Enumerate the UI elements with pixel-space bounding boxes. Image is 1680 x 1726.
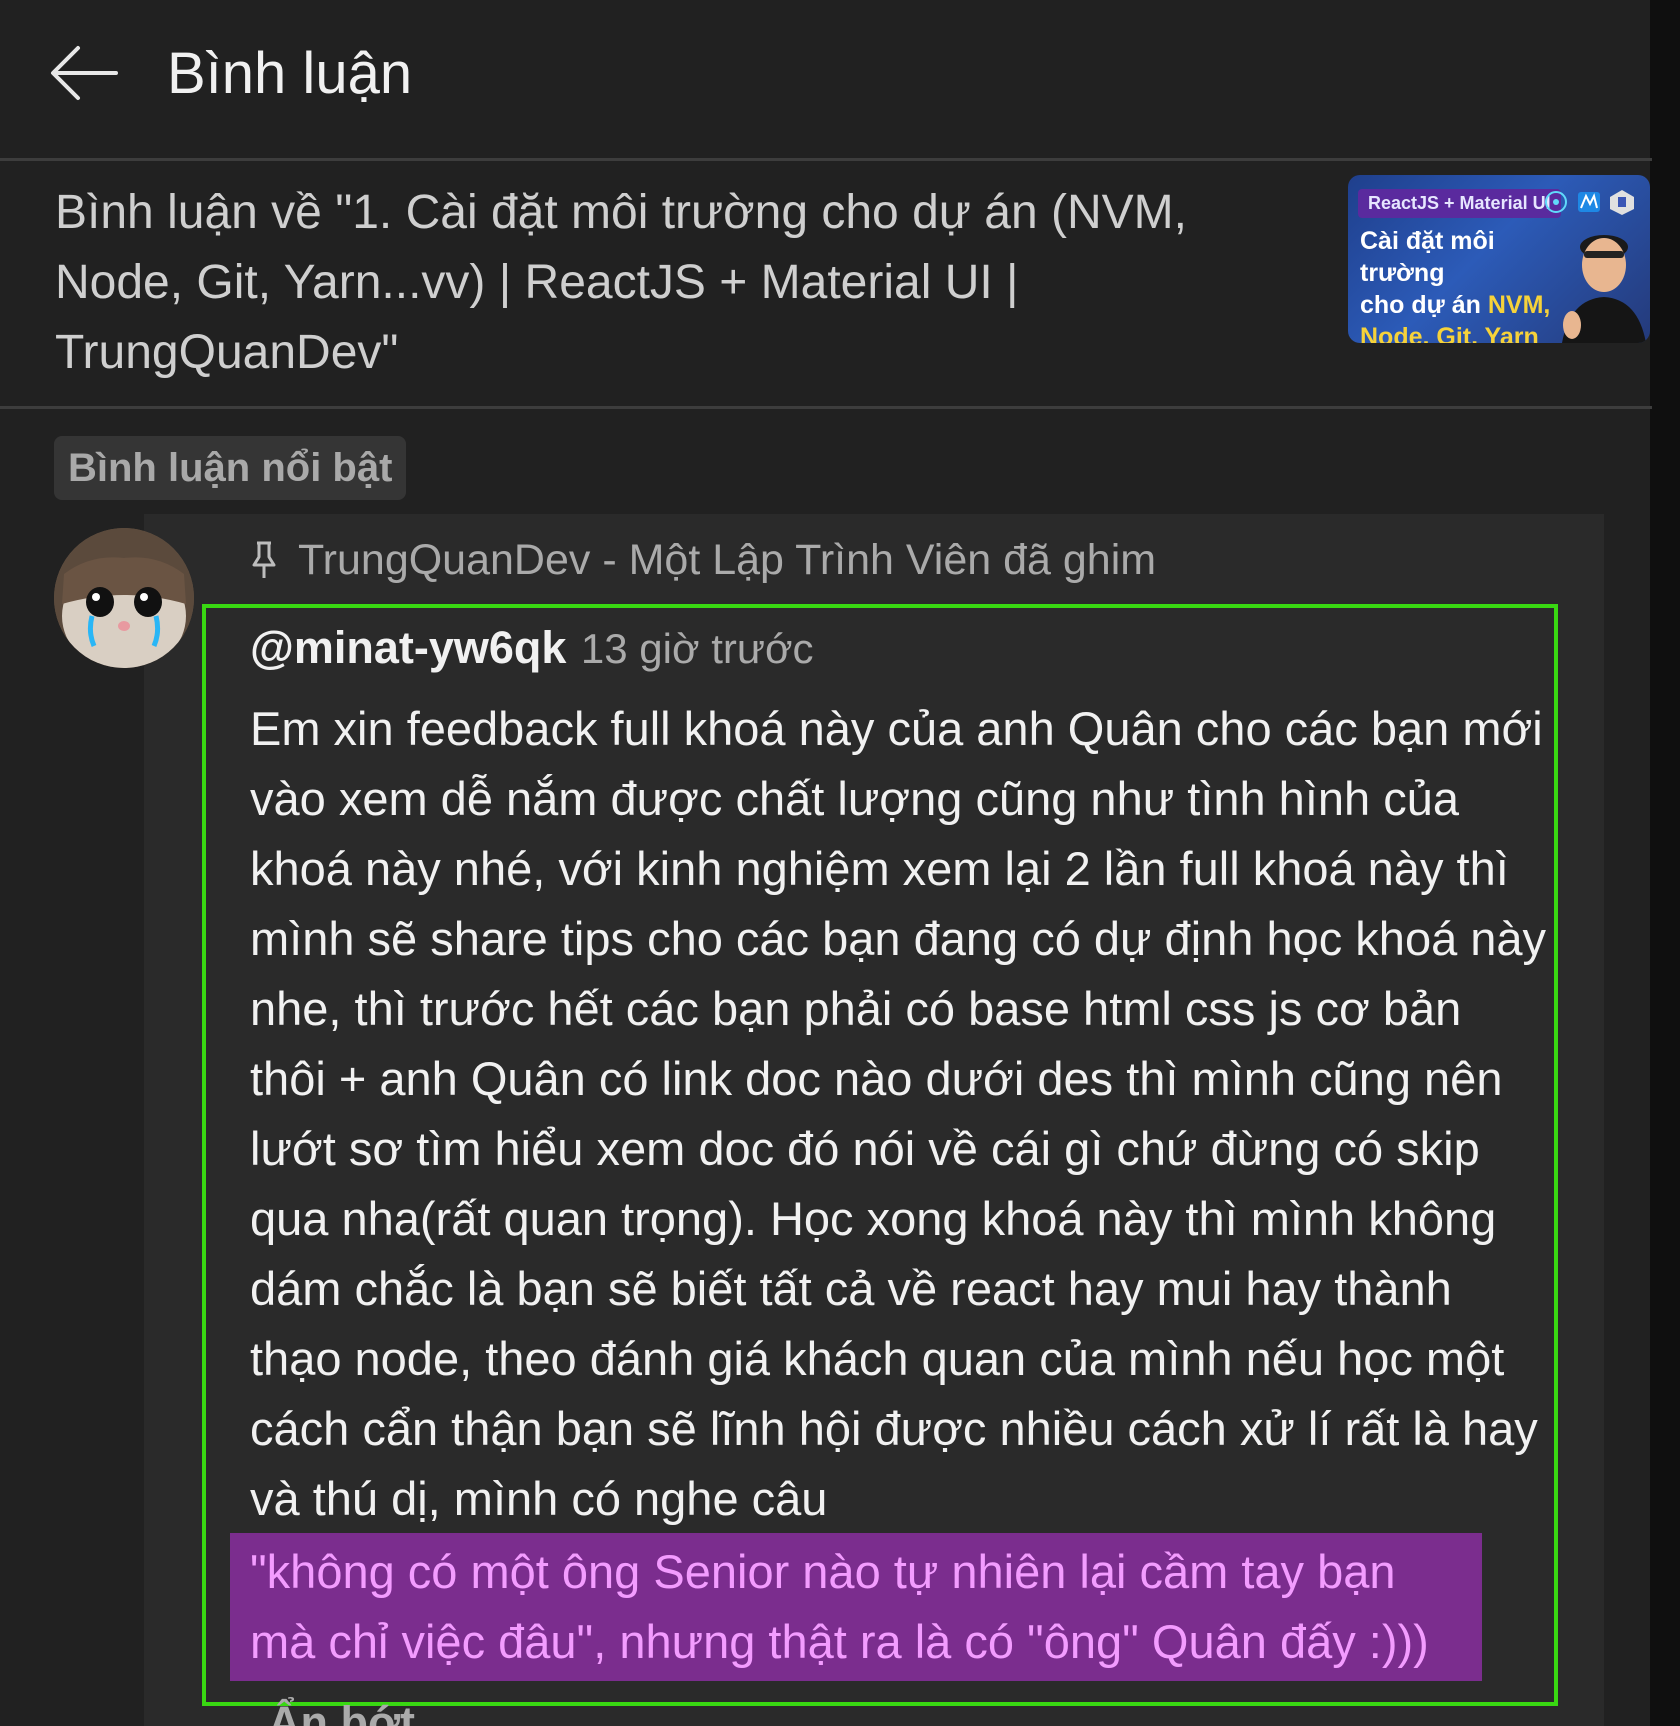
cat-avatar-image: [54, 528, 194, 668]
back-button[interactable]: [44, 36, 124, 110]
back-arrow-icon: [51, 46, 118, 100]
thumbnail-tag: ReactJS + Material UI: [1358, 189, 1561, 218]
video-context-title: Bình luận về "1. Cài đặt môi trường cho …: [55, 186, 1187, 379]
video-thumbnail[interactable]: ReactJS + Material UI Cài đặt môi trường…: [1348, 175, 1650, 343]
pinned-by-text: TrungQuanDev - Một Lập Trình Viên đã ghi…: [298, 536, 1157, 584]
comment-timestamp[interactable]: 13 giờ trước: [581, 625, 814, 672]
divider: [0, 158, 1652, 161]
avatar[interactable]: [54, 528, 194, 668]
show-less-button[interactable]: Ẩn bớt: [268, 1688, 415, 1726]
scrollbar-track[interactable]: [1650, 0, 1680, 1726]
highlighted-quote-text: "không có một ông Senior nào tự nhiên lạ…: [250, 1545, 1429, 1668]
comment-body: Em xin feedback full khoá này của anh Qu…: [250, 702, 1547, 1525]
thumbnail-text: Cài đặt môi trường cho dự án NVM, Node, …: [1360, 227, 1551, 343]
page-title: Bình luận: [167, 41, 413, 106]
comment-author[interactable]: @minat-yw6qk: [250, 622, 566, 673]
top-comments-chip[interactable]: Bình luận nổi bật: [54, 436, 407, 500]
comment-header: @minat-yw6qk 13 giờ trước: [250, 622, 814, 674]
divider: [0, 406, 1652, 409]
presenter-image: [1562, 235, 1646, 343]
pin-icon: [252, 541, 276, 578]
header: Bình luận: [0, 0, 1652, 158]
